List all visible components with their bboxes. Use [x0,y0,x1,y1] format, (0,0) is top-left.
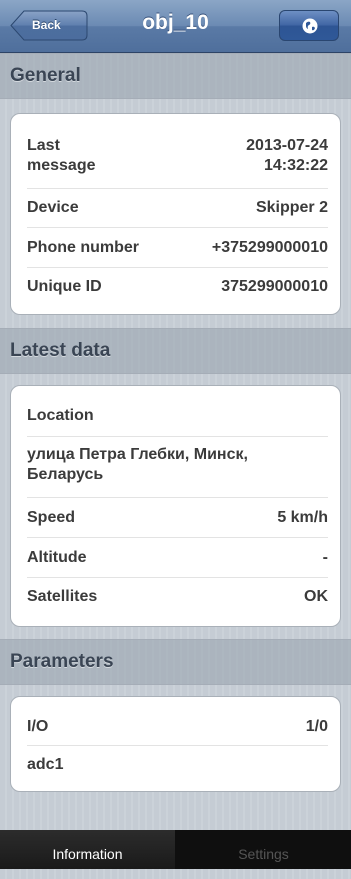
section-title-general: General [10,65,81,86]
row-device: Device Skipper 2 [27,189,328,228]
section-header-parameters: Parameters [0,639,351,685]
tab-information[interactable]: Information [0,830,175,869]
row-last-message: Last message 2013-07-24 14:32:22 [27,128,328,189]
row-adc1: adc1 [27,746,328,784]
satellites-label: Satellites [27,588,98,605]
last-message-label-line1: Last [27,137,60,154]
row-location: Location [27,396,328,437]
unique-id-label: Unique ID [27,278,102,295]
last-message-label-line2: message [27,157,96,174]
phone-number-label: Phone number [27,239,140,256]
row-unique-id: Unique ID 375299000010 [27,268,328,306]
altitude-label: Altitude [27,549,87,566]
last-message-date: 2013-07-24 [246,137,328,154]
io-value: 1/0 [305,718,328,735]
speed-value: 5 km/h [277,509,328,526]
navigation-bar: Back obj_10 [0,0,351,53]
io-label: I/O [27,718,49,735]
unique-id-value: 375299000010 [221,278,328,295]
section-title-latest-data: Latest data [10,340,111,361]
globe-icon [302,18,318,34]
phone-number-value: +375299000010 [211,239,328,256]
address-line2: Беларусь [27,466,104,483]
row-phone-number: Phone number +375299000010 [27,228,328,268]
device-label: Device [27,199,79,216]
section-header-latest-data: Latest data [0,328,351,374]
latest-data-card: Location улица Петра Глебки, Минск, Бела… [10,385,341,627]
last-message-time: 14:32:22 [263,157,328,174]
row-speed: Speed 5 km/h [27,498,328,538]
section-header-general: General [0,53,351,99]
speed-label: Speed [27,509,76,526]
row-io: I/O 1/0 [27,707,328,746]
adc1-label: adc1 [27,756,64,773]
tab-settings[interactable]: Settings [176,830,351,869]
general-card: Last message 2013-07-24 14:32:22 Device … [10,113,341,315]
location-label: Location [27,407,94,424]
row-satellites: Satellites OK [27,578,328,616]
map-button[interactable] [279,10,339,41]
tab-bar: Information Settings [0,830,351,869]
satellites-value: OK [304,588,328,605]
section-title-parameters: Parameters [10,651,114,672]
row-address[interactable]: улица Петра Глебки, Минск, Беларусь [27,437,328,498]
address-line1: улица Петра Глебки, Минск, [27,446,248,463]
device-value: Skipper 2 [255,199,328,216]
parameters-card: I/O 1/0 adc1 [10,696,341,792]
altitude-value: - [322,549,328,566]
row-altitude: Altitude - [27,538,328,578]
